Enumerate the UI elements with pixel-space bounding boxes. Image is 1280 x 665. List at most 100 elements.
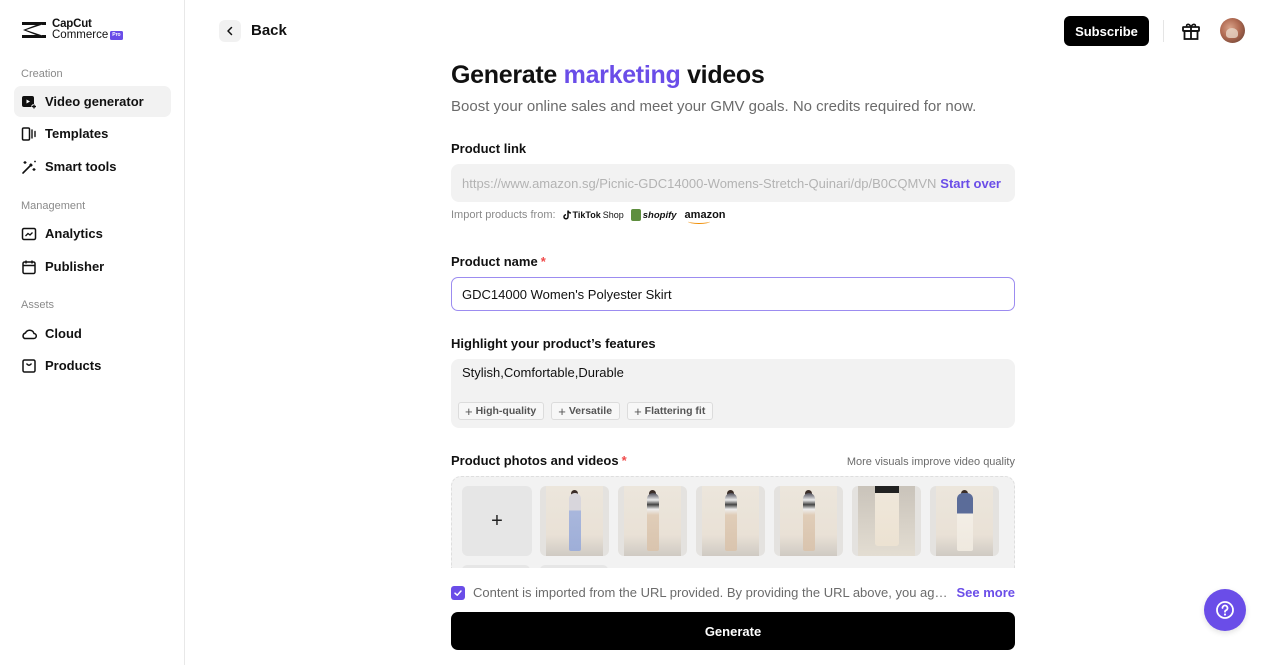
- feature-suggestions: + High-quality + Versatile + Flattering fit: [458, 402, 714, 420]
- section-label-creation: Creation: [21, 68, 63, 80]
- tiktok-shop-logo[interactable]: TikTok Shop: [562, 210, 624, 220]
- plus-icon: +: [465, 403, 473, 419]
- consent-text: Content is imported from the URL provide…: [473, 585, 949, 600]
- sidebar-item-analytics[interactable]: Analytics: [14, 218, 171, 249]
- title-text: videos: [680, 61, 765, 89]
- title-text: Generate: [451, 61, 564, 89]
- pro-badge: Pro: [110, 31, 123, 40]
- product-photo: [780, 486, 837, 556]
- product-box-icon: [21, 358, 37, 374]
- consent-checkbox[interactable]: [451, 585, 465, 600]
- sidebar-item-label: Publisher: [45, 259, 105, 274]
- user-avatar[interactable]: [1220, 18, 1245, 43]
- product-link-input[interactable]: [462, 175, 937, 191]
- sidebar: CapCut Commerce Pro Creation Video genera…: [0, 0, 185, 665]
- media-label: Product photos and videos *: [451, 453, 627, 468]
- plus-icon: +: [634, 403, 642, 419]
- start-over-link[interactable]: Start over: [940, 176, 1001, 191]
- photo-figure: [568, 493, 581, 551]
- photo-figure: [802, 493, 815, 551]
- features-textarea[interactable]: Stylish,Comfortable,Durable + High-qualit…: [451, 359, 1015, 428]
- media-thumbnail[interactable]: [930, 486, 999, 556]
- sidebar-item-products[interactable]: Products: [14, 350, 171, 381]
- brand-subname: Commerce: [52, 29, 109, 41]
- sidebar-item-label: Smart tools: [45, 159, 117, 174]
- templates-icon: [21, 126, 37, 142]
- media-thumbnail[interactable]: [618, 486, 687, 556]
- product-photo: [936, 486, 993, 556]
- see-more-link[interactable]: See more: [956, 585, 1015, 600]
- feature-chip[interactable]: + High-quality: [458, 402, 545, 420]
- consent-row: Content is imported from the URL provide…: [451, 584, 1015, 601]
- plus-icon: +: [558, 403, 566, 419]
- sidebar-item-video-generator[interactable]: Video generator: [14, 86, 171, 117]
- sidebar-item-label: Templates: [45, 126, 109, 141]
- chip-label: High-quality: [475, 405, 537, 417]
- capcut-commerce-logo[interactable]: CapCut Commerce Pro: [20, 18, 123, 41]
- cloud-icon: [21, 326, 37, 342]
- analytics-icon: [21, 226, 37, 242]
- sidebar-item-label: Analytics: [45, 226, 103, 241]
- photo-figure: [646, 493, 659, 551]
- media-hint: More visuals improve video quality: [846, 456, 1015, 468]
- video-plus-icon: [21, 94, 37, 110]
- photo-figure: [874, 486, 899, 546]
- header-divider: [1163, 20, 1164, 42]
- back-label[interactable]: Back: [251, 22, 287, 39]
- page-subtitle: Boost your online sales and meet your GM…: [451, 98, 977, 115]
- section-label-management: Management: [21, 200, 86, 212]
- tiktok-label: TikTok: [572, 210, 601, 220]
- product-name-field: [451, 277, 1015, 311]
- media-thumbnail[interactable]: [540, 565, 608, 568]
- tiktok-shop-label: Shop: [602, 210, 624, 220]
- product-photo: [546, 486, 603, 556]
- product-name-label: Product name *: [451, 254, 546, 269]
- back-button[interactable]: [219, 20, 241, 42]
- import-label: Import products from:: [451, 209, 556, 221]
- plus-icon: +: [491, 509, 503, 532]
- amazon-logo[interactable]: amazon: [685, 209, 726, 224]
- sidebar-item-cloud[interactable]: Cloud: [14, 318, 171, 349]
- product-photo: [624, 486, 681, 556]
- product-photo: [858, 486, 915, 556]
- chevron-left-icon: [227, 26, 233, 36]
- media-thumbnail[interactable]: [696, 486, 765, 556]
- product-photo: [702, 486, 759, 556]
- help-button[interactable]: [1204, 589, 1246, 631]
- sidebar-item-label: Products: [45, 358, 102, 373]
- subscribe-button[interactable]: Subscribe: [1064, 16, 1149, 46]
- sidebar-item-publisher[interactable]: Publisher: [14, 251, 171, 282]
- section-label-assets: Assets: [21, 299, 55, 311]
- magic-wand-icon: [21, 159, 37, 175]
- sidebar-item-smart-tools[interactable]: Smart tools: [14, 151, 171, 182]
- shopify-label: shopify: [642, 209, 677, 221]
- product-link-label: Product link: [451, 141, 527, 156]
- shopify-bag-icon: [630, 209, 641, 221]
- required-mark: *: [540, 254, 546, 269]
- chip-label: Versatile: [568, 405, 613, 417]
- media-thumbnail[interactable]: [774, 486, 843, 556]
- checkmark-icon: [454, 589, 462, 596]
- media-thumbnail[interactable]: [540, 486, 609, 556]
- product-name-input[interactable]: [462, 286, 1014, 302]
- feature-chip[interactable]: + Versatile: [551, 402, 621, 420]
- features-value: Stylish,Comfortable,Durable: [462, 365, 624, 380]
- sidebar-item-label: Video generator: [45, 94, 144, 109]
- media-thumbnail[interactable]: [852, 486, 921, 556]
- sidebar-item-label: Cloud: [45, 326, 82, 341]
- add-media-button[interactable]: +: [462, 486, 532, 556]
- title-accent: marketing: [563, 61, 681, 89]
- photo-figure: [724, 493, 737, 551]
- help-question-icon: [1216, 601, 1234, 619]
- required-mark: *: [621, 453, 627, 468]
- gift-icon[interactable]: [1181, 21, 1201, 41]
- calendar-icon: [21, 259, 37, 275]
- sidebar-item-templates[interactable]: Templates: [14, 118, 171, 149]
- generate-button[interactable]: Generate: [451, 612, 1015, 650]
- media-thumbnail[interactable]: [462, 565, 530, 568]
- capcut-logo-icon: [22, 22, 46, 38]
- product-name-label-text: Product name: [451, 254, 538, 269]
- page-title: Generate marketing videos: [451, 61, 765, 90]
- shopify-logo[interactable]: shopify: [630, 209, 677, 221]
- feature-chip[interactable]: + Flattering fit: [627, 402, 714, 420]
